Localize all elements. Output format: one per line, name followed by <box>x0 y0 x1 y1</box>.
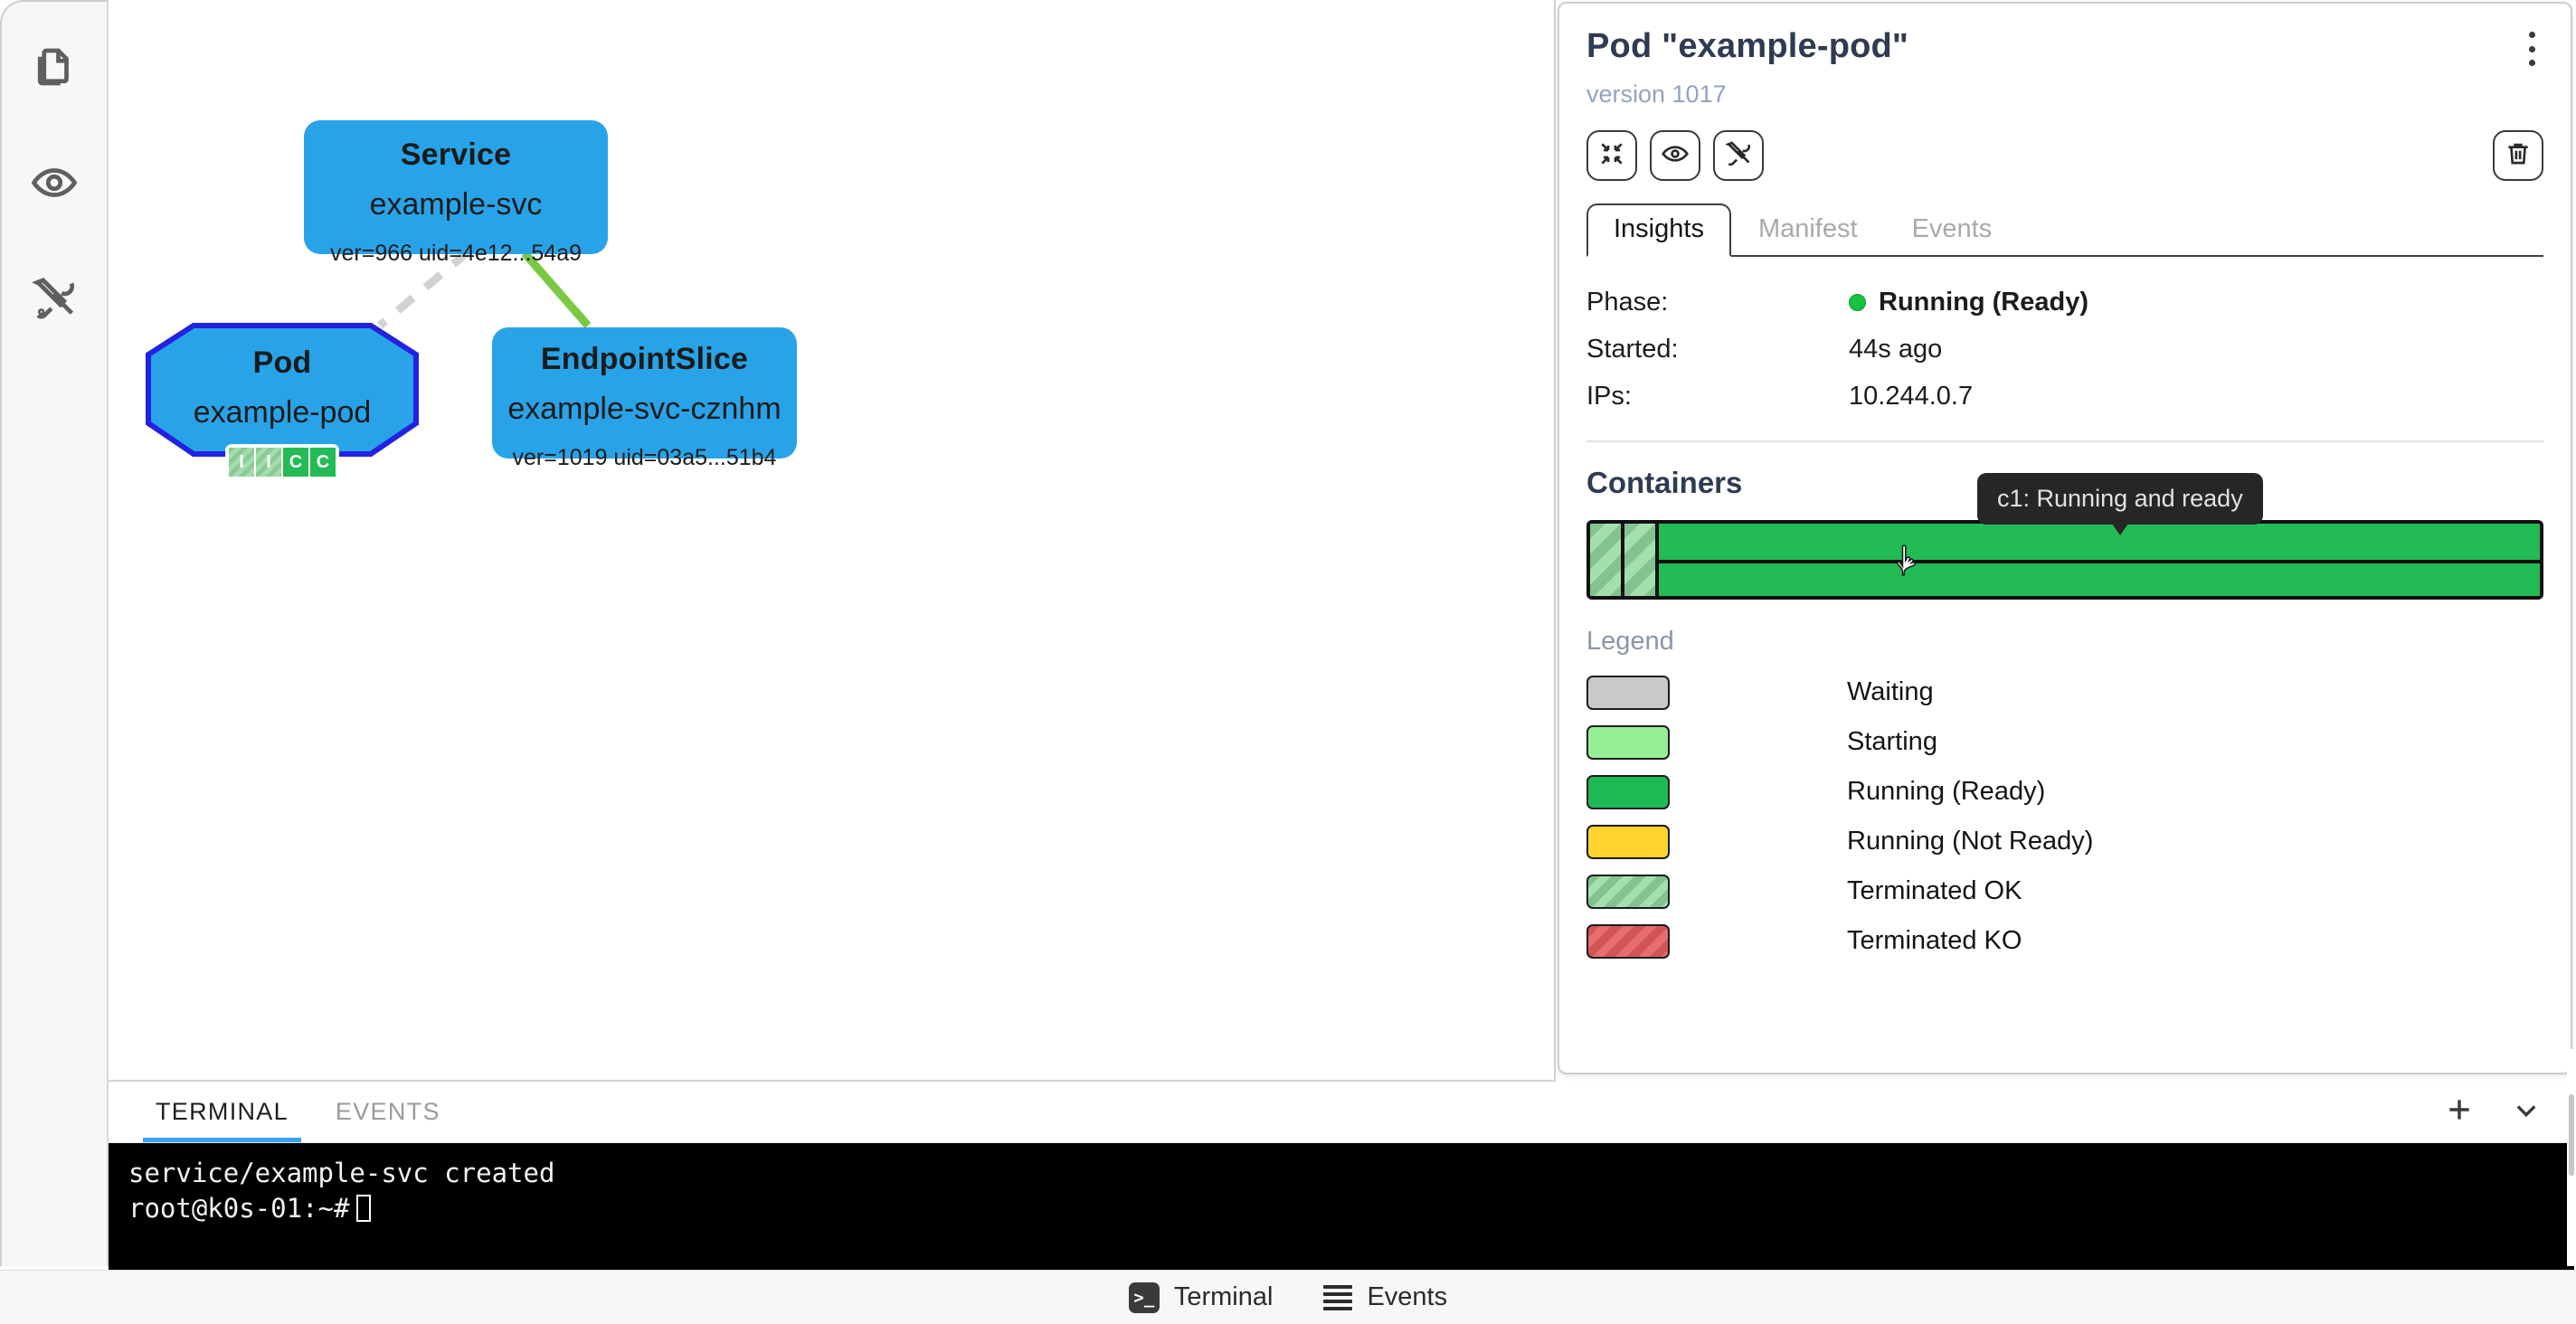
detail-key: Started: <box>1586 335 1849 364</box>
tab-events[interactable]: Events <box>1885 203 2020 257</box>
lines-icon <box>1323 1285 1352 1310</box>
resource-version: version 1017 <box>1586 80 2543 109</box>
legend-item: Running (Ready) <box>1586 767 2543 817</box>
node-endpointslice[interactable] <box>492 327 797 459</box>
legend-item: Starting <box>1586 717 2543 767</box>
collapse-button[interactable] <box>1586 130 1637 181</box>
tab-manifest[interactable]: Manifest <box>1731 203 1885 257</box>
app-window: Service example-svc ver=966 uid=4e12...5… <box>0 0 2576 1324</box>
statusbar-item-events[interactable]: Events <box>1323 1282 1447 1312</box>
detail-key: Phase: <box>1586 288 1849 317</box>
status-bar: >_ Terminal Events <box>0 1270 2576 1324</box>
watch-button[interactable] <box>1650 130 1700 181</box>
mouse-cursor-pointer <box>1892 544 1923 583</box>
containers-timeline[interactable] <box>1586 520 2543 600</box>
legend-swatch-running-ready <box>1586 775 1670 809</box>
status-dot-icon <box>1849 294 1866 311</box>
timeline-segment-init[interactable] <box>1624 524 1659 596</box>
legend-label: Running (Ready) <box>1847 777 2045 807</box>
terminal-prompt: root@k0s-01:~# <box>128 1193 349 1224</box>
page-title: Pod "example-pod" <box>1586 27 2543 66</box>
bottom-dock: TERMINAL EVENTS service/example-svc crea… <box>109 1082 2574 1270</box>
edge-service-endpointslice <box>525 253 588 326</box>
documents-icon <box>30 43 79 96</box>
statusbar-label: Terminal <box>1174 1282 1274 1312</box>
legend-item: Terminated KO <box>1586 916 2543 966</box>
tools-icon <box>30 274 79 327</box>
status-badge: Running (Ready) <box>1879 288 2088 317</box>
legend-item: Running (Not Ready) <box>1586 817 2543 866</box>
panel-tabs: Insights Manifest Events <box>1586 206 2543 257</box>
detail-row-phase: Phase: Running (Ready) <box>1586 288 2543 317</box>
collapse-arrows-icon <box>1597 139 1626 173</box>
trash-icon <box>2504 139 2533 173</box>
legend-label: Terminated OK <box>1847 876 2022 906</box>
detail-value: 10.244.0.7 <box>1849 382 1973 411</box>
legend-swatch-terminated-ko <box>1586 924 1670 959</box>
edge-service-pod <box>380 251 469 326</box>
legend-label: Waiting <box>1847 677 1934 707</box>
detail-value: Running (Ready) <box>1849 288 2088 317</box>
timeline-main-containers <box>1659 524 2540 596</box>
scrollbar-vertical[interactable] <box>2567 1049 2576 1266</box>
legend-item: Waiting <box>1586 667 2543 717</box>
legend-list: Waiting Starting Running (Ready) Running… <box>1586 667 2543 966</box>
rail-item-tools[interactable] <box>11 257 98 344</box>
detail-key: IPs: <box>1586 382 1849 411</box>
legend-label: Terminated KO <box>1847 926 2022 956</box>
legend-label: Running (Not Ready) <box>1847 827 2093 856</box>
insights-panel: Phase: Running (Ready) Started: 44s ago … <box>1586 257 2543 966</box>
legend-label: Starting <box>1847 727 1937 757</box>
plus-icon[interactable] <box>2444 1094 2475 1130</box>
dock-tab-events[interactable]: EVENTS <box>312 1082 464 1142</box>
graph-canvas[interactable]: Service example-svc ver=966 uid=4e12...5… <box>109 0 1556 1082</box>
divider <box>1586 440 2543 442</box>
delete-button[interactable] <box>2493 130 2543 181</box>
rail-item-watch[interactable] <box>11 141 98 228</box>
terminal-cursor <box>356 1195 371 1222</box>
tools-icon <box>1724 139 1753 173</box>
legend-swatch-waiting <box>1586 676 1670 710</box>
statusbar-item-terminal[interactable]: >_ Terminal <box>1129 1282 1274 1313</box>
rail-item-documents[interactable] <box>11 25 98 112</box>
statusbar-label: Events <box>1367 1282 1447 1312</box>
timeline-segment-container[interactable] <box>1659 560 2540 596</box>
container-tooltip: c1: Running and ready <box>1977 473 2263 525</box>
chevron-down-icon[interactable] <box>2511 1094 2542 1130</box>
timeline-segment-container[interactable] <box>1659 524 2540 560</box>
legend-item: Terminated OK <box>1586 866 2543 916</box>
kebab-menu-icon[interactable] <box>2518 27 2545 71</box>
eye-icon <box>30 158 79 212</box>
tools-button[interactable] <box>1713 130 1764 181</box>
node-service[interactable] <box>304 120 608 254</box>
legend-swatch-terminated-ok <box>1586 875 1670 909</box>
terminal-output[interactable]: service/example-svc created root@k0s-01:… <box>109 1143 2574 1270</box>
terminal-icon: >_ <box>1129 1282 1160 1313</box>
legend-heading: Legend <box>1586 627 2543 657</box>
timeline-segment-init[interactable] <box>1590 524 1624 596</box>
panel-action-bar <box>1586 130 2543 181</box>
legend-swatch-starting <box>1586 725 1670 760</box>
dock-tab-bar: TERMINAL EVENTS <box>109 1082 2574 1143</box>
left-rail <box>0 0 109 1266</box>
dock-tools <box>2444 1082 2542 1142</box>
containers-timeline-wrap: c1: Running and ready <box>1586 520 2543 600</box>
detail-row-started: Started: 44s ago <box>1586 335 2543 364</box>
terminal-prompt-line: root@k0s-01:~# <box>128 1191 2552 1226</box>
details-panel: Pod "example-pod" version 1017 <box>1558 2 2572 1074</box>
tab-insights[interactable]: Insights <box>1586 203 1731 257</box>
detail-value: 44s ago <box>1849 335 1942 364</box>
graph-edges <box>109 0 1556 1082</box>
eye-icon <box>1661 139 1690 173</box>
node-pod[interactable] <box>148 326 416 454</box>
terminal-line: service/example-svc created <box>128 1156 2552 1191</box>
legend-swatch-running-not-ready <box>1586 825 1670 859</box>
dock-tab-terminal[interactable]: TERMINAL <box>132 1082 312 1142</box>
detail-row-ips: IPs: 10.244.0.7 <box>1586 382 2543 411</box>
